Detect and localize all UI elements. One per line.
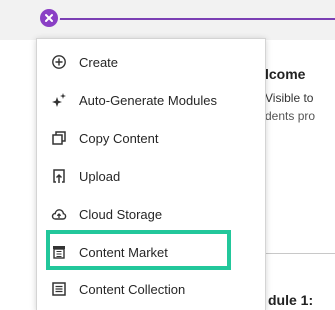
screenshot-root: lcome Visible to dents pro dule 1: Creat… — [0, 0, 335, 310]
students-text: dents pro — [265, 109, 316, 123]
add-content-menu: Create Auto-Generate Modules Copy Conten… — [36, 38, 266, 310]
plus-circle-icon — [50, 53, 68, 71]
store-icon — [50, 243, 68, 261]
menu-item-content-collection[interactable]: Content Collection — [37, 271, 265, 307]
menu-item-label: Content Market — [79, 244, 168, 260]
menu-item-copy-content[interactable]: Copy Content — [37, 120, 265, 156]
divider — [260, 253, 335, 254]
add-content-button[interactable] — [40, 9, 58, 27]
menu-item-content-market[interactable]: Content Market — [37, 234, 265, 270]
menu-item-upload[interactable]: Upload — [37, 158, 265, 194]
collection-icon — [50, 280, 68, 298]
menu-item-label: Cloud Storage — [79, 206, 163, 222]
menu-item-label: Upload — [79, 168, 121, 184]
menu-item-label: Copy Content — [79, 130, 159, 146]
menu-item-auto-generate[interactable]: Auto-Generate Modules — [37, 82, 265, 118]
cloud-icon — [50, 205, 68, 223]
sparkle-icon — [50, 91, 68, 109]
menu-item-label: Auto-Generate Modules — [79, 92, 218, 108]
timeline-line — [58, 18, 335, 20]
welcome-title: lcome — [265, 66, 306, 82]
menu-item-cloud-storage[interactable]: Cloud Storage — [37, 196, 265, 232]
copy-icon — [50, 129, 68, 147]
module-heading: dule 1: — [268, 292, 314, 308]
menu-item-label: Create — [79, 54, 119, 70]
visibility-text: Visible to — [265, 91, 314, 105]
menu-item-label: Content Collection — [79, 281, 186, 297]
close-icon — [45, 14, 53, 22]
menu-item-create[interactable]: Create — [37, 44, 265, 80]
upload-icon — [50, 167, 68, 185]
